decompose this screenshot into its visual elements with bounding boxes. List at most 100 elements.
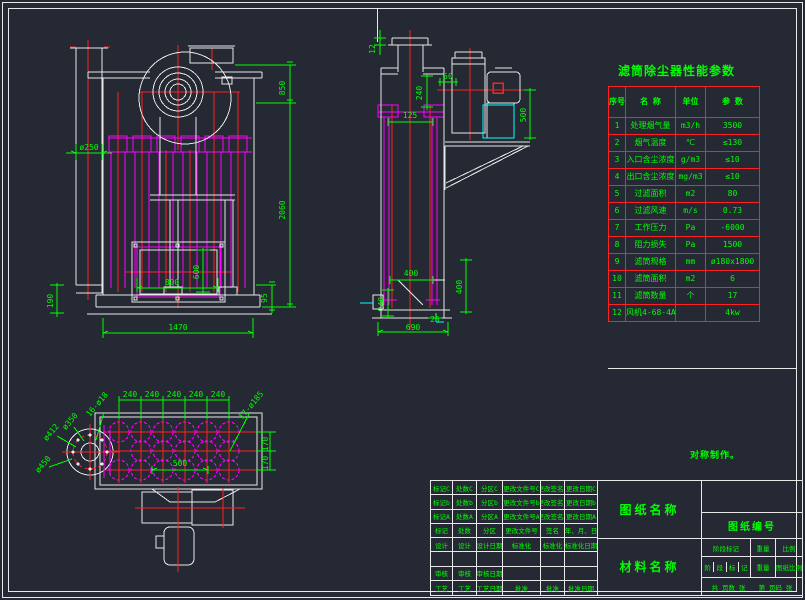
- param-table: 序号 名 称 单位 参 数 1处理烟气量m3/h35002烟气温度℃≤1303入…: [608, 86, 760, 322]
- param-cell: 3500: [706, 118, 760, 135]
- drawing-name-cell: 图纸名称: [598, 481, 701, 539]
- title-block-cell: 处数A: [453, 510, 477, 524]
- dim-hole-pitch-3: 240: [167, 390, 182, 399]
- front-structure: [70, 46, 272, 314]
- title-block-cell: 更改签名b: [541, 495, 565, 509]
- dim-plan-hopper-width: 500: [173, 459, 188, 468]
- dim-hole-pitch-5: 240: [211, 390, 226, 399]
- param-cell: m/s: [676, 203, 706, 220]
- param-cell: m2: [676, 271, 706, 288]
- dim-flange-d3: ø450: [33, 454, 52, 475]
- title-block-cell: 标记A: [431, 510, 453, 524]
- param-cell: ℃: [676, 135, 706, 152]
- title-block-cell: 分区: [477, 524, 503, 538]
- param-cell: 11: [609, 288, 626, 305]
- title-block-cell: 更改日期A: [565, 510, 598, 524]
- symmetry-note: 对称制作。: [690, 448, 740, 461]
- title-block-cell: [453, 552, 477, 566]
- param-cell: g/m3: [676, 152, 706, 169]
- param-cell: 滤筒数量: [626, 288, 676, 305]
- title-block-cell: 设计日期: [477, 538, 503, 552]
- param-cell: 6: [609, 203, 626, 220]
- title-block-cell: 标准化日期: [565, 538, 598, 552]
- param-row: 8阻力损失Pa1500: [609, 237, 760, 254]
- sheet-number: 第 页码 张: [759, 582, 793, 592]
- number-section: 图纸编号 阶段标记 重量 比例 阶段标记 重量 图纸比例 共 页数 张 第 页码…: [702, 481, 802, 595]
- dim-row-pitch-2: 170: [261, 456, 270, 471]
- title-block-cell: 标记: [431, 524, 453, 538]
- title-block-cell: 标记C: [431, 481, 453, 495]
- title-block-cell: 设计: [453, 538, 477, 552]
- stage-mark-cell: 段: [714, 562, 726, 572]
- front-centerlines: [70, 40, 240, 308]
- param-cell: 滤筒面积: [626, 271, 676, 288]
- weight-label: 重量: [751, 539, 776, 556]
- title-block-cell: 分区A: [477, 510, 503, 524]
- cad-drawing-canvas: ø250 850 2060 95 190 800 600 1470: [0, 0, 805, 600]
- param-row: 5过滤面积m280: [609, 186, 760, 203]
- param-cell: 80: [706, 186, 760, 203]
- weight-value-cell: 重量: [751, 557, 776, 577]
- param-row: 1处理烟气量m3/h3500: [609, 118, 760, 135]
- param-cell: -6000: [706, 220, 760, 237]
- param-header-unit: 单位: [676, 87, 706, 118]
- title-block-cell: 处数C: [453, 481, 477, 495]
- param-cell: 4kw: [706, 305, 760, 322]
- title-block-cell: [503, 567, 541, 581]
- dim-flange-bolts: 16-ø18: [84, 390, 110, 418]
- param-row: 10滤筒面积m26: [609, 271, 760, 288]
- title-block-cell: [431, 552, 453, 566]
- param-cell: 处理烟气量: [626, 118, 676, 135]
- param-cell: Pa: [676, 237, 706, 254]
- title-block-cell: 审核日期: [477, 567, 503, 581]
- param-header-row: 序号 名 称 单位 参 数: [609, 87, 760, 118]
- dim-overall-width: 1470: [168, 323, 187, 332]
- param-cell: 烟气温度: [626, 135, 676, 152]
- title-block-cell: [565, 567, 598, 581]
- title-block-cell: 更改文件号C: [503, 481, 541, 495]
- param-row: 12风机4-68-4A 4kw: [609, 305, 760, 322]
- param-cell: 10: [609, 271, 626, 288]
- param-table-title: 滤筒除尘器性能参数: [618, 62, 735, 79]
- title-block-cell: 工艺: [431, 581, 453, 595]
- title-block-cell: [541, 567, 565, 581]
- param-cell: ≤10: [706, 169, 760, 186]
- param-cell: 阻力损失: [626, 237, 676, 254]
- title-block-cell: [565, 552, 598, 566]
- param-cell: 0.73: [706, 203, 760, 220]
- param-header-no: 序号: [609, 87, 626, 118]
- title-block-cell: 处数: [453, 524, 477, 538]
- param-cell: 2: [609, 135, 626, 152]
- param-cell: 12: [609, 305, 626, 322]
- dim-cartridge-pitch: 125: [403, 111, 418, 120]
- param-cell: 6: [706, 271, 760, 288]
- param-cell: 1500: [706, 237, 760, 254]
- revision-approval-grid: 标记C处数C分区C更改文件号C更改签名C更改日期C标记b处数b分区b更改文件号b…: [431, 481, 598, 595]
- param-row: 6过滤风速m/s0.73: [609, 203, 760, 220]
- dim-door-height: 600: [192, 265, 201, 280]
- dim-base-height: 95: [260, 293, 269, 303]
- title-block-cell: 更改签名A: [541, 510, 565, 524]
- param-cell: m2: [676, 186, 706, 203]
- dim-roof-lip: 12: [368, 44, 377, 54]
- title-block-empty-cell: [702, 481, 802, 513]
- dim-flange-d1: ø350: [60, 411, 79, 432]
- stage-mark-label: 阶段标记: [702, 539, 751, 556]
- param-cell: 风机4-68-4A: [626, 305, 676, 322]
- title-block-cell: 更改签名C: [541, 481, 565, 495]
- param-cell: 过滤面积: [626, 186, 676, 203]
- param-cell: [676, 305, 706, 322]
- front-view: ø250 850 2060 95 190 800 600 1470: [46, 40, 296, 338]
- dim-flange-d2: ø412: [41, 422, 60, 443]
- param-cell: mg/m3: [676, 169, 706, 186]
- title-block-cell: 更改日期C: [565, 481, 598, 495]
- param-cell: 5: [609, 186, 626, 203]
- param-cell: 3: [609, 152, 626, 169]
- title-block-cell: 审核: [453, 567, 477, 581]
- dim-foot: 25: [430, 315, 440, 324]
- param-cell: 滤筒规格: [626, 254, 676, 271]
- side-motor-shaft: [493, 83, 503, 93]
- name-cells: 图纸名称 材料名称: [598, 481, 702, 595]
- dim-hopper-height: 240: [377, 297, 386, 312]
- title-block-cell: 批准: [541, 581, 565, 595]
